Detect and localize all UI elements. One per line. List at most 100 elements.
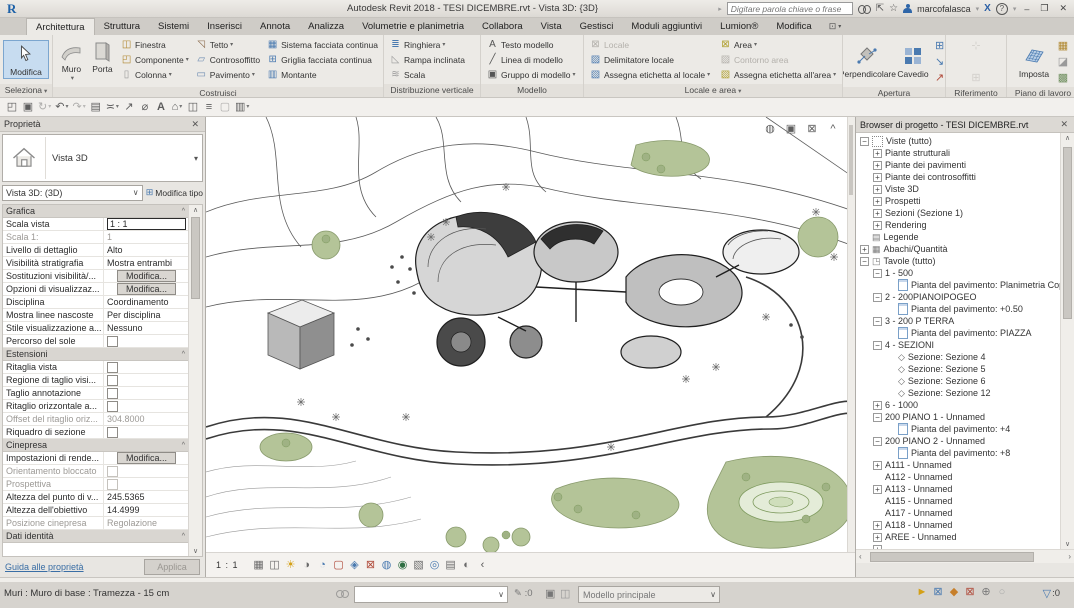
reference-grid-icon[interactable]: ⊞ — [970, 71, 982, 85]
scroll-up-icon[interactable]: ∧ — [189, 206, 202, 214]
help-icon[interactable]: ? — [996, 3, 1008, 15]
expand-icon[interactable]: + — [873, 173, 882, 182]
background-processes-icon[interactable]: ○ — [996, 585, 1008, 599]
tree-item-1-500[interactable]: −1 - 500 — [856, 267, 1061, 279]
default-3d-view-icon[interactable]: ⌂▾ — [171, 100, 183, 114]
search-input[interactable] — [727, 2, 853, 15]
expand-icon[interactable]: + — [873, 521, 882, 530]
panel-label-riferimento[interactable]: Riferimento — [946, 87, 1006, 97]
rewind-icon[interactable]: ⊠ — [806, 122, 818, 136]
thin-lines-icon[interactable]: ≡ — [203, 100, 215, 114]
tree-item-sezioni-sezione-1[interactable]: +Sezioni (Sezione 1) — [856, 207, 1061, 219]
properties-scrollbar[interactable]: ∧ ∨ — [188, 205, 202, 556]
tree-item-viste-tutto[interactable]: −Viste (tutto) — [856, 135, 1061, 147]
tree-item-pianta-del-pavimento-piazza[interactable]: Pianta del pavimento: PIAZZA — [856, 327, 1061, 339]
reveal-hidden-icon[interactable]: ▧ — [413, 558, 425, 572]
tree-item-aree-unnamed[interactable]: +AREE - Unnamed — [856, 531, 1061, 543]
property-edit-button[interactable]: Modifica... — [117, 283, 176, 295]
panel-label-costruisci[interactable]: Costruisci — [53, 87, 383, 97]
select-by-face-toggle-icon[interactable]: ⊠ — [964, 585, 976, 599]
property-section-dati-identit[interactable]: Dati identità^ — [3, 530, 188, 543]
user-avatar-icon[interactable] — [903, 4, 912, 13]
property-row-scala-vista[interactable]: Scala vista1 : 1 — [3, 218, 188, 231]
property-row-stile-visualizzazione-a[interactable]: Stile visualizzazione a...Nessuno — [3, 322, 188, 335]
constraints-icon[interactable]: ◐ — [461, 558, 473, 572]
tab-analizza[interactable]: Analizza — [299, 18, 353, 35]
expand-icon[interactable]: + — [873, 161, 882, 170]
redo-icon[interactable]: ↷▾ — [72, 100, 85, 114]
scroll-down-icon[interactable]: ∨ — [189, 547, 202, 555]
perpendicolare-button[interactable]: Perpendicolare — [843, 42, 894, 81]
print-icon[interactable]: ▤ — [90, 100, 102, 114]
ribbon-colonna-button[interactable]: ▯Colonna▾ — [118, 67, 191, 82]
select-links-toggle-icon[interactable]: ► — [916, 585, 928, 599]
locked-orientation-icon[interactable]: ◍ — [381, 558, 393, 572]
imposta-button[interactable]: Imposta — [1015, 42, 1053, 81]
collapse-icon[interactable]: − — [860, 257, 869, 266]
tab-moduli-aggiuntivi[interactable]: Moduli aggiuntivi — [622, 18, 711, 35]
subscription-icon[interactable]: ⇱ — [876, 4, 884, 14]
zoom-control-icon[interactable]: ▣ — [785, 122, 797, 136]
design-option-combo[interactable]: ∨ — [354, 586, 508, 603]
tree-item-4-sezioni[interactable]: −4 - SEZIONI — [856, 339, 1061, 351]
tree-item-pianta-del-pavimento-0-50[interactable]: Pianta del pavimento: +0.50 — [856, 303, 1061, 315]
property-edit-button[interactable]: Modifica... — [117, 270, 176, 282]
signed-in-user[interactable]: marcofalasca — [917, 4, 971, 14]
property-row-mostra-linee-nascoste[interactable]: Mostra linee nascostePer disciplina — [3, 309, 188, 322]
view-scale-label[interactable]: 1 : 1 — [216, 560, 239, 570]
tab-struttura[interactable]: Struttura — [95, 18, 149, 35]
tab-sistemi[interactable]: Sistemi — [149, 18, 198, 35]
sun-path-icon[interactable]: ☀ — [285, 558, 297, 572]
collapse-icon[interactable]: − — [873, 437, 882, 446]
workplane-visualizer-icon[interactable]: ▩ — [1057, 71, 1069, 85]
property-row-altezza-del-punto-di-v[interactable]: Altezza del punto di v...245.5365 — [3, 491, 188, 504]
tree-item-a117-unnamed[interactable]: A117 - Unnamed — [856, 507, 1061, 519]
tree-scroll-up-icon[interactable]: ∧ — [1061, 134, 1074, 142]
tree-scroll-right-icon[interactable]: › — [1068, 550, 1071, 563]
shadows-icon[interactable]: ◑ — [301, 558, 313, 572]
tab-collabora[interactable]: Collabora — [473, 18, 532, 35]
crop-view-icon[interactable]: ▢ — [333, 558, 345, 572]
ribbon-griglia-facciata-continua-button[interactable]: ⊞Griglia facciata continua — [264, 52, 380, 67]
property-row-altezza-dell-obiettivo[interactable]: Altezza dell'obiettivo14.4999 — [3, 504, 188, 517]
tree-item-tavole-tutto[interactable]: −◳Tavole (tutto) — [856, 255, 1061, 267]
save-icon[interactable]: ▣ — [22, 100, 34, 114]
modify-state-icon[interactable]: ⊡▾ — [829, 18, 842, 35]
tree-item-piante-dei-controsoffitti[interactable]: +Piante dei controsoffitti — [856, 171, 1061, 183]
analytical-model-icon[interactable]: ▤ — [445, 558, 457, 572]
tree-item-a113-unnamed[interactable]: +A113 - Unnamed — [856, 483, 1061, 495]
drawing-area[interactable]: ◍▣⊠^ 1 : 1 ▦◫☀◑◔▢◈⊠◍◉▧◎▤◐‹ — [206, 117, 855, 577]
ribbon-delimitatore-locale-button[interactable]: ▨Delimitatore locale — [587, 52, 715, 67]
property-checkbox[interactable] — [107, 362, 118, 373]
tab-inserisci[interactable]: Inserisci — [198, 18, 251, 35]
synchronize-icon[interactable]: ↻▾ — [38, 100, 51, 114]
ribbon-tetto-button[interactable]: ◹Tetto▾ — [193, 37, 262, 52]
select-pinned-toggle-icon[interactable]: ◆ — [948, 585, 960, 599]
property-row-opzioni-di-visualizzaz[interactable]: Opzioni di visualizzaz...Modifica... — [3, 283, 188, 296]
ribbon-ringhiera-button[interactable]: ≣Ringhiera▾ — [387, 37, 467, 52]
close-hidden-windows-icon[interactable]: ▢ — [219, 100, 231, 114]
help-menu-chevron-icon[interactable]: ▾ — [1013, 5, 1017, 13]
select-underlay-toggle-icon[interactable]: ⊠ — [932, 585, 944, 599]
tree-item-a118-unnamed[interactable]: +A118 - Unnamed — [856, 519, 1061, 531]
ribbon-scala-button[interactable]: ≋Scala — [387, 67, 467, 82]
restore-button[interactable]: ❒ — [1037, 3, 1051, 14]
tree-scrollbar[interactable]: ∧ ∨ — [1060, 133, 1074, 549]
property-row-prospettiva[interactable]: Prospettiva — [3, 478, 188, 491]
ribbon-assegna-etichetta-al-locale-button[interactable]: ▧Assegna etichetta al locale▾ — [587, 67, 715, 82]
drag-on-selection-toggle-icon[interactable]: ⊕ — [980, 585, 992, 599]
property-edit-button[interactable]: Modifica... — [117, 452, 176, 464]
muro-button[interactable]: Muro▾ — [56, 37, 87, 85]
tree-item-200-piano-1-unnamed[interactable]: −200 PIANO 1 - Unnamed — [856, 411, 1061, 423]
expand-icon[interactable]: + — [873, 533, 882, 542]
expand-icon[interactable]: + — [873, 209, 882, 218]
property-checkbox[interactable] — [107, 427, 118, 438]
cavedio-button[interactable]: Cavedio — [896, 42, 929, 81]
collapse-icon[interactable]: − — [873, 413, 882, 422]
property-row-regione-di-taglio-visi[interactable]: Regione di taglio visi... — [3, 374, 188, 387]
favorites-star-icon[interactable]: ☆ — [889, 4, 898, 14]
property-row-sostituzioni-visibilit[interactable]: Sostituzioni visibilità/...Modifica... — [3, 270, 188, 283]
opening-dormer-icon[interactable]: ↗ — [934, 71, 946, 85]
property-row-scala-1[interactable]: Scala 1:1 — [3, 231, 188, 244]
properties-help-link[interactable]: Guida alle proprietà — [5, 562, 84, 572]
